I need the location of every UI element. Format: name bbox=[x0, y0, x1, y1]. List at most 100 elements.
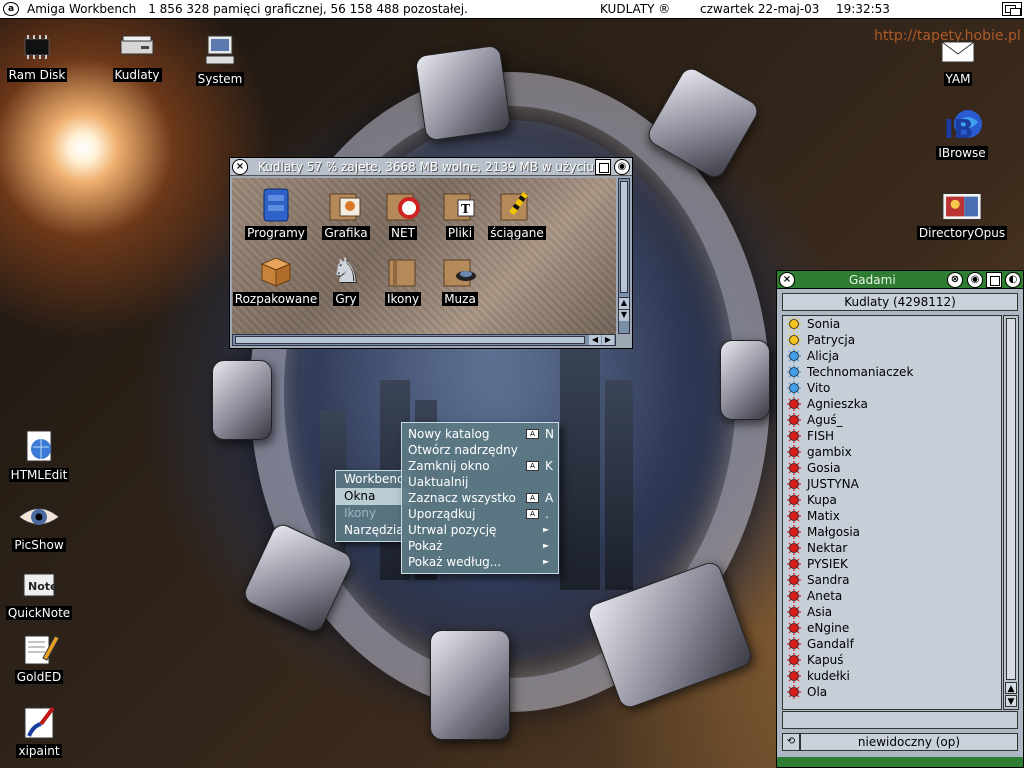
scroll-down-icon[interactable]: ▼ bbox=[1005, 695, 1017, 707]
scroll-up-icon[interactable]: ▲ bbox=[1005, 682, 1017, 694]
contact-item[interactable]: Agnieszka bbox=[783, 396, 1001, 412]
menu-workbench[interactable]: Workbench bbox=[336, 471, 410, 488]
zoom-icon[interactable] bbox=[986, 271, 1002, 288]
computer-icon bbox=[198, 32, 242, 70]
contact-name: Ola bbox=[807, 685, 828, 699]
current-user-button[interactable]: Kudlaty (4298112) bbox=[782, 293, 1018, 311]
contact-item[interactable]: Małgosia bbox=[783, 524, 1001, 540]
kudlaty-drawer-window[interactable]: × Kudlaty 57 % zajęte, 3668 MB wolne, 21… bbox=[229, 157, 633, 349]
screen-menu-bar[interactable]: a Amiga Workbench 1 856 328 pamięci graf… bbox=[0, 0, 1024, 19]
drawer-vscroll-thumb[interactable] bbox=[620, 181, 628, 293]
screen-depth-icon[interactable] bbox=[1002, 2, 1022, 16]
contact-item[interactable]: Kapuś bbox=[783, 652, 1001, 668]
menu-item-label: Nowy katalog bbox=[408, 427, 490, 441]
menu-item-pokaz[interactable]: Pokaż ► bbox=[402, 538, 558, 554]
contact-list[interactable]: Sonia Patrycja Alicja Technomaniaczek Vito Ag… bbox=[782, 315, 1002, 710]
contact-item[interactable]: Nektar bbox=[783, 540, 1001, 556]
contact-item[interactable]: Sandra bbox=[783, 572, 1001, 588]
iconify-icon[interactable]: ◉ bbox=[967, 271, 983, 288]
contact-item[interactable]: Aguś_ bbox=[783, 412, 1001, 428]
scroll-left-icon[interactable]: ◀ bbox=[589, 335, 601, 345]
workbench-menu[interactable]: Workbench Okna Ikony Narzędzia bbox=[335, 470, 411, 542]
status-away-icon bbox=[787, 381, 801, 395]
directory-opus-icon[interactable]: DirectoryOpus bbox=[916, 186, 1008, 240]
contact-item[interactable]: gambix bbox=[783, 444, 1001, 460]
drawer-title-bar[interactable]: × Kudlaty 57 % zajęte, 3668 MB wolne, 21… bbox=[230, 158, 632, 176]
drawer-icon-sciagane[interactable]: ściągane bbox=[477, 186, 557, 240]
contact-item[interactable]: Technomaniaczek bbox=[783, 364, 1001, 380]
contact-item[interactable]: kudełki bbox=[783, 668, 1001, 684]
contact-item[interactable]: Sonia bbox=[783, 316, 1001, 332]
close-icon[interactable]: × bbox=[232, 158, 248, 175]
status-cycle-icon[interactable]: ⟲ bbox=[782, 733, 800, 751]
gadami-window[interactable]: × Gadami ⊗ ◉ ◐ Kudlaty (4298112) Sonia Pa… bbox=[776, 270, 1024, 768]
drawer-vertical-scrollbar[interactable]: ▲ ▼ bbox=[618, 178, 630, 334]
quicknote-icon[interactable]: Note QuickNote bbox=[0, 566, 84, 620]
scroll-up-icon[interactable]: ▲ bbox=[619, 297, 629, 309]
menu-item-pokaz-wedlug[interactable]: Pokaż według... ► bbox=[402, 554, 558, 570]
contact-item[interactable]: Patrycja bbox=[783, 332, 1001, 348]
okna-submenu[interactable]: Nowy katalog A N Otwórz nadrzędny Zamkni… bbox=[401, 422, 559, 574]
close-icon[interactable]: × bbox=[779, 271, 795, 288]
drawer-icon-programy[interactable]: Programy bbox=[236, 186, 316, 240]
contact-list-scrollbar[interactable]: ▲ ▼ bbox=[1003, 315, 1019, 710]
yam-icon[interactable]: YAM bbox=[913, 32, 1003, 86]
menu-narzedzia[interactable]: Narzędzia bbox=[336, 522, 410, 539]
contact-item[interactable]: Vito bbox=[783, 380, 1001, 396]
status-offline-icon bbox=[787, 397, 801, 411]
contact-item[interactable]: Gandalf bbox=[783, 636, 1001, 652]
gadami-title-bar[interactable]: × Gadami ⊗ ◉ ◐ bbox=[777, 271, 1023, 289]
htmledit-icon[interactable]: HTMLEdit bbox=[0, 428, 84, 482]
zoom-icon[interactable] bbox=[595, 158, 611, 175]
amiga-logo-icon[interactable]: a bbox=[3, 2, 19, 16]
contact-list-scroll-thumb[interactable] bbox=[1006, 318, 1016, 680]
menu-item-label: Zamknij okno bbox=[408, 459, 490, 473]
contact-item[interactable]: eNgine bbox=[783, 620, 1001, 636]
menu-item-utrwal-pozycje[interactable]: Utrwal pozycję ► bbox=[402, 522, 558, 538]
menubar-time: 19:32:53 bbox=[836, 2, 890, 16]
drawer-icon-rozpakowane[interactable]: Rozpakowane bbox=[232, 252, 320, 306]
status-row[interactable]: ⟲ niewidoczny (op) bbox=[782, 733, 1018, 751]
menu-item-nowy-katalog[interactable]: Nowy katalog A N bbox=[402, 426, 558, 442]
iconify-icon[interactable]: ◉ bbox=[614, 158, 630, 175]
contact-item[interactable]: FISH bbox=[783, 428, 1001, 444]
ram-disk-icon[interactable]: Ram Disk bbox=[0, 28, 82, 82]
menu-item-zamknij-okno[interactable]: Zamknij okno A K bbox=[402, 458, 558, 474]
ibrowse-icon[interactable]: IB IBrowse bbox=[917, 106, 1007, 160]
scroll-down-icon[interactable]: ▼ bbox=[619, 309, 629, 321]
drawer-content[interactable]: Programy Grafika NET T Pliki ściągane Ro… bbox=[232, 178, 616, 334]
depth-icon[interactable]: ◐ bbox=[1005, 271, 1021, 288]
menu-item-label: Pokaż według... bbox=[408, 555, 502, 569]
contact-name: Matix bbox=[807, 509, 840, 523]
xipaint-icon[interactable]: xipaint bbox=[0, 704, 84, 758]
status-value[interactable]: niewidoczny (op) bbox=[800, 733, 1018, 751]
message-input[interactable] bbox=[782, 711, 1018, 729]
contact-item[interactable]: JUSTYNA bbox=[783, 476, 1001, 492]
drawer-icon-muza[interactable]: Muza bbox=[420, 252, 500, 306]
menu-item-uporzadkuj[interactable]: Uporządkuj A . bbox=[402, 506, 558, 522]
contact-item[interactable]: Matix bbox=[783, 508, 1001, 524]
golded-icon[interactable]: GoldED bbox=[0, 630, 84, 684]
system-volume-icon[interactable]: System bbox=[175, 32, 265, 86]
contact-item[interactable]: Gosia bbox=[783, 460, 1001, 476]
menu-shortcut: . bbox=[545, 507, 549, 521]
menu-item-uaktualnij[interactable]: Uaktualnij bbox=[402, 474, 558, 490]
contact-item[interactable]: Kupa bbox=[783, 492, 1001, 508]
contact-item[interactable]: Aneta bbox=[783, 588, 1001, 604]
menu-item-otworz-nadrzedny[interactable]: Otwórz nadrzędny bbox=[402, 442, 558, 458]
menu-ikony[interactable]: Ikony bbox=[336, 505, 410, 522]
contact-name: Małgosia bbox=[807, 525, 861, 539]
scroll-right-icon[interactable]: ▶ bbox=[602, 335, 614, 345]
snapshot-icon[interactable]: ⊗ bbox=[947, 271, 963, 288]
kudlaty-volume-icon[interactable]: Kudlaty bbox=[92, 28, 182, 82]
drawer-horizontal-scrollbar[interactable]: ◀ ▶ bbox=[232, 334, 616, 346]
contact-item[interactable]: Alicja bbox=[783, 348, 1001, 364]
contact-item[interactable]: Ola bbox=[783, 684, 1001, 700]
picshow-icon[interactable]: PicShow bbox=[0, 498, 84, 552]
status-offline-icon bbox=[787, 557, 801, 571]
menu-item-zaznacz-wszystko[interactable]: Zaznacz wszystko A A bbox=[402, 490, 558, 506]
contact-item[interactable]: Asia bbox=[783, 604, 1001, 620]
menu-okna[interactable]: Okna bbox=[336, 488, 410, 505]
contact-item[interactable]: PYSIEK bbox=[783, 556, 1001, 572]
drawer-hscroll-thumb[interactable] bbox=[235, 336, 585, 344]
